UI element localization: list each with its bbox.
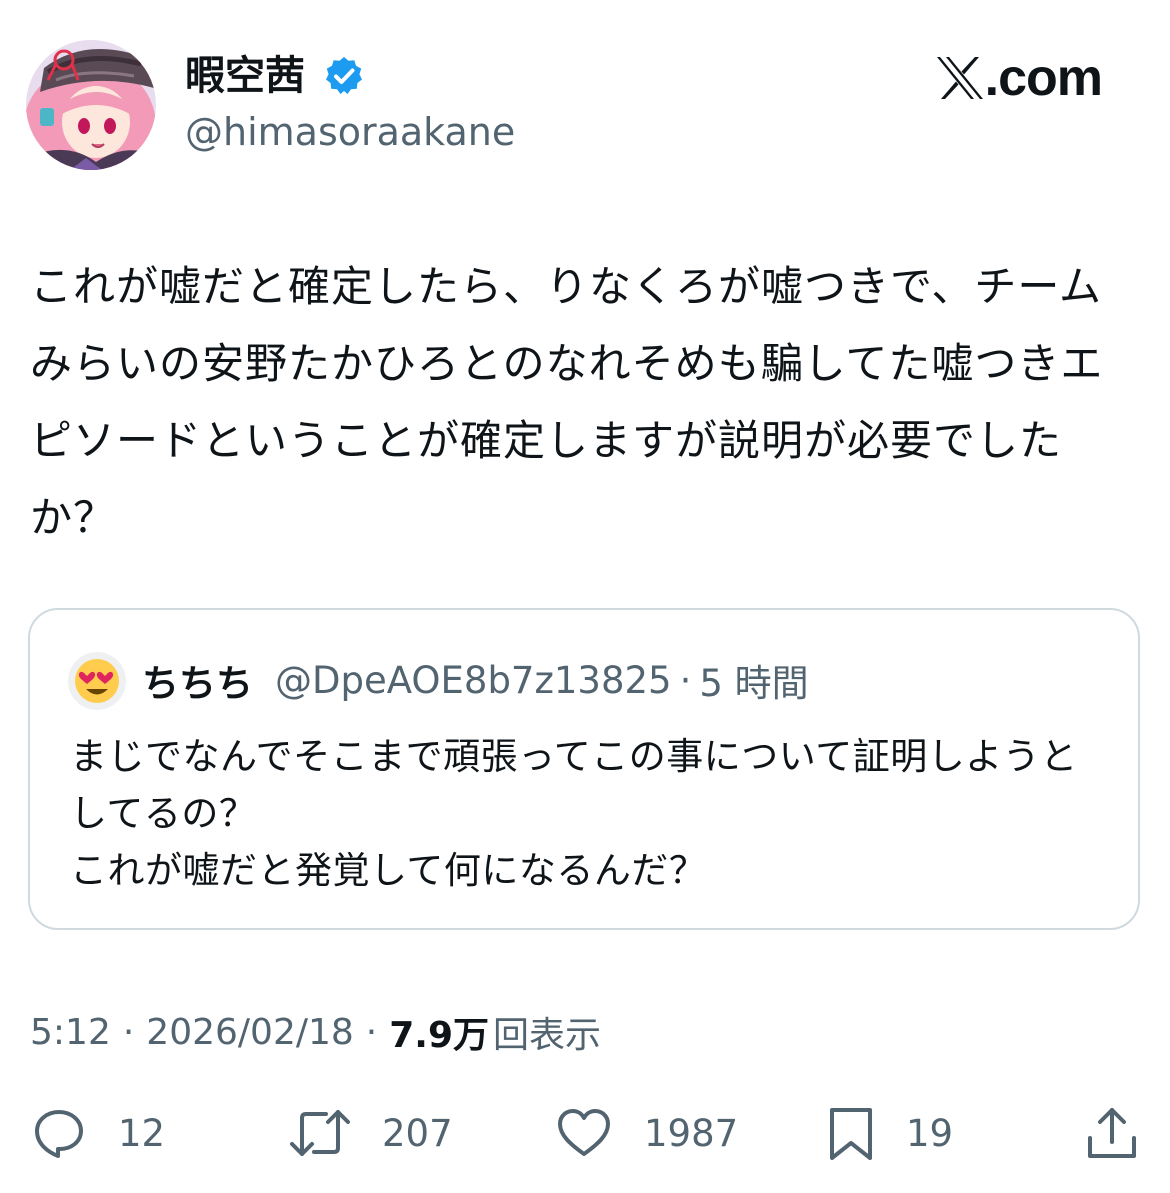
avatar-illustration xyxy=(26,40,156,170)
quoted-timestamp[interactable]: 5 時間 xyxy=(699,653,808,707)
like-count: 1987 xyxy=(644,1111,739,1155)
quoted-tweet-text: まじでなんでそこまで頑張ってこの事について証明しようとしてるの？ これが嘘だと発… xyxy=(70,735,1078,892)
heart-icon xyxy=(558,1109,610,1156)
heart-eyes-emoji-icon xyxy=(75,659,119,703)
x-logo-icon xyxy=(936,57,983,99)
tweet-date[interactable]: 2026/02/18 xyxy=(146,1012,354,1053)
author-avatar[interactable] xyxy=(26,40,156,170)
views-label: 回表示 xyxy=(493,1015,602,1056)
tweet-time[interactable]: 5:12 xyxy=(30,1012,111,1053)
reply-icon xyxy=(35,1110,83,1158)
quoted-display-name[interactable]: ちちち xyxy=(142,653,253,707)
action-bar: 12 207 1987 19 xyxy=(0,1098,1170,1168)
meta-separator: · xyxy=(122,1011,135,1053)
share-icon xyxy=(1088,1108,1136,1158)
share-button[interactable] xyxy=(1084,1098,1140,1168)
repost-count: 207 xyxy=(382,1111,453,1155)
tweet-text: これが嘘だと確定したら、りなくろが嘘つきで、チームみらいの安野たかひろとのなれそ… xyxy=(30,262,1104,542)
like-button[interactable]: 1987 xyxy=(554,1098,738,1168)
bookmark-icon xyxy=(830,1108,872,1160)
meta-separator: · xyxy=(365,1011,378,1053)
repost-icon xyxy=(290,1110,350,1156)
bookmark-count: 19 xyxy=(906,1111,954,1155)
reply-count: 12 xyxy=(118,1111,166,1155)
brand-domain-text: .com xyxy=(984,49,1103,107)
author-handle[interactable]: @himasoraakane xyxy=(185,108,515,156)
quoted-tweet-card[interactable]: ちちち @DpeAOE8b7z13825 · 5 時間 まじでなんでそこまで頑張… xyxy=(28,608,1140,930)
quoted-avatar[interactable] xyxy=(68,652,126,710)
tweet-meta: 5:12 · 2026/02/18 · 7.9万 回表示 xyxy=(30,1004,601,1060)
verified-badge-icon xyxy=(323,55,365,97)
quoted-header: ちちち @DpeAOE8b7z13825 · 5 時間 xyxy=(142,653,809,707)
quoted-handle[interactable]: @DpeAOE8b7z13825 xyxy=(275,659,672,702)
x-com-logo: .com xyxy=(935,49,1103,107)
author-display-name[interactable]: 暇空茜 xyxy=(185,50,305,102)
views-count: 7.9万 xyxy=(389,1015,490,1056)
reply-button[interactable]: 12 xyxy=(30,1098,165,1168)
quoted-separator: · xyxy=(679,658,692,702)
repost-button[interactable]: 207 xyxy=(288,1098,453,1168)
bookmark-button[interactable]: 19 xyxy=(826,1098,953,1168)
